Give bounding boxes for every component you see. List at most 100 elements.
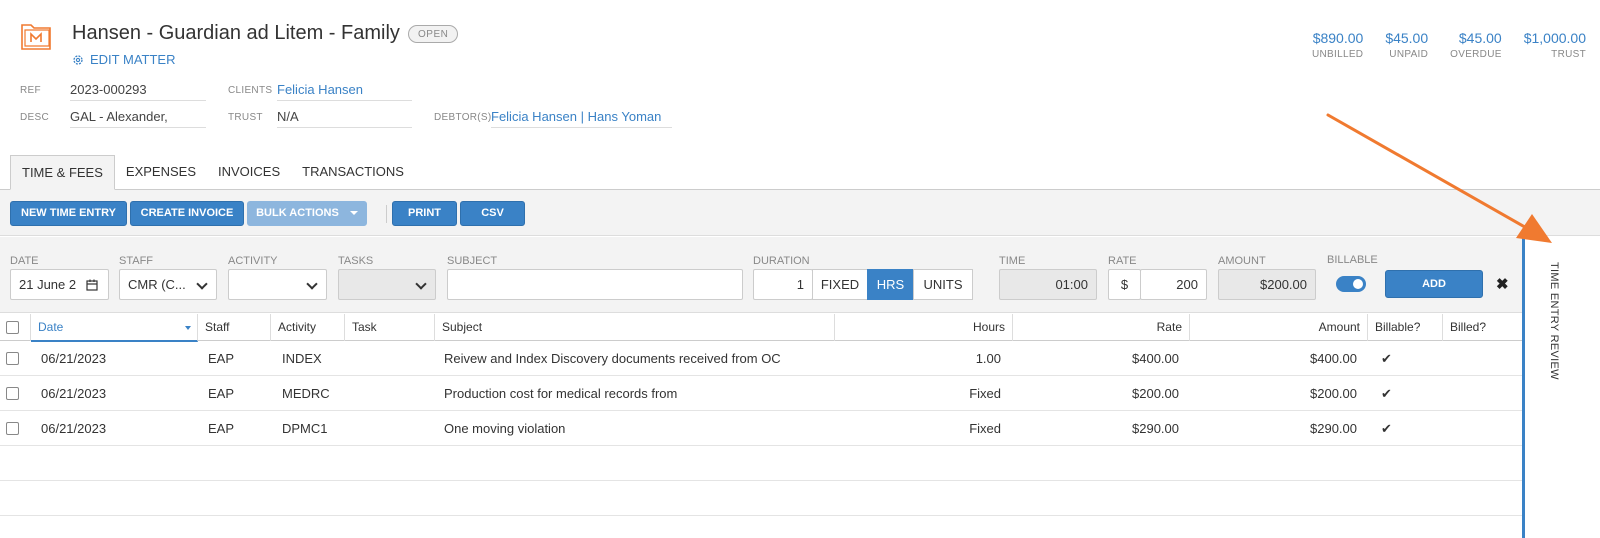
- row-amount: $400.00: [1310, 351, 1357, 366]
- row-date: 06/21/2023: [41, 421, 107, 436]
- total-amount: $1,000.00: [1523, 30, 1586, 46]
- ref-value: 2023-000293: [70, 82, 147, 97]
- row-billable-check-icon: ✔: [1381, 351, 1392, 366]
- date-header-label: Date: [38, 320, 64, 334]
- total-label: UNBILLED: [1312, 49, 1364, 60]
- rate-value: 200: [1176, 277, 1198, 292]
- time-input[interactable]: 01:00: [999, 269, 1097, 300]
- chevron-down-icon: [415, 278, 427, 290]
- trust-field: N/A: [277, 109, 412, 128]
- time-value: 01:00: [1055, 277, 1088, 292]
- billable-toggle[interactable]: [1336, 276, 1366, 292]
- row-activity: DPMC1: [282, 421, 328, 436]
- chevron-down-icon: [196, 278, 208, 290]
- subject-label: SUBJECT: [447, 255, 498, 267]
- row-hours: Fixed: [969, 421, 1001, 436]
- print-button[interactable]: PRINT: [392, 201, 457, 226]
- csv-button[interactable]: CSV: [460, 201, 525, 226]
- row-hours: 1.00: [975, 351, 1001, 366]
- table-row[interactable]: 06/21/2023 EAP DPMC1 One moving violatio…: [0, 411, 1523, 446]
- total-label: TRUST: [1551, 49, 1586, 60]
- rate-column-header[interactable]: Rate: [1013, 314, 1190, 341]
- billed-column-header[interactable]: Billed?: [1443, 314, 1523, 341]
- row-rate: $400.00: [1132, 351, 1179, 366]
- subject-input[interactable]: [447, 269, 743, 300]
- task-column-header[interactable]: Task: [345, 314, 435, 341]
- duration-input[interactable]: 1: [753, 269, 813, 300]
- date-column-header[interactable]: Date: [31, 314, 198, 342]
- billable-column-header[interactable]: Billable?: [1368, 314, 1443, 341]
- total-label: UNPAID: [1389, 49, 1429, 60]
- hours-column-header[interactable]: Hours: [835, 314, 1013, 341]
- billable-label: BILLABLE: [1327, 254, 1378, 266]
- add-button[interactable]: ADD: [1385, 270, 1483, 298]
- clients-field: Felicia Hansen: [277, 82, 412, 101]
- amount-column-header[interactable]: Amount: [1190, 314, 1368, 341]
- total-unbilled[interactable]: $890.00 UNBILLED: [1312, 30, 1363, 60]
- create-invoice-button[interactable]: CREATE INVOICE: [130, 201, 244, 226]
- client-link[interactable]: Felicia Hansen: [277, 82, 363, 97]
- row-checkbox[interactable]: [6, 422, 19, 435]
- tasks-select[interactable]: [338, 269, 436, 300]
- total-label: OVERDUE: [1450, 49, 1502, 60]
- total-amount: $45.00: [1385, 30, 1429, 46]
- bulk-actions-label: BULK ACTIONS: [256, 207, 339, 219]
- tab-transactions[interactable]: TRANSACTIONS: [291, 155, 415, 190]
- subject-column-header[interactable]: Subject: [435, 314, 835, 341]
- time-label: TIME: [999, 255, 1026, 267]
- matter-folder-icon: [21, 24, 51, 50]
- desc-value: GAL - Alexander,: [70, 109, 168, 124]
- duration-units-toggle[interactable]: UNITS: [913, 269, 973, 300]
- tab-time-fees[interactable]: TIME & FEES: [10, 155, 115, 190]
- staff-column-header[interactable]: Staff: [198, 314, 271, 341]
- total-amount: $45.00: [1458, 30, 1502, 46]
- total-overdue[interactable]: $45.00 OVERDUE: [1450, 30, 1502, 60]
- tab-expenses[interactable]: EXPENSES: [115, 155, 207, 190]
- debtor-link-2[interactable]: Hans Yoman: [588, 109, 662, 124]
- duration-hrs-toggle[interactable]: HRS: [867, 269, 914, 300]
- debtors-field: Felicia Hansen | Hans Yoman: [491, 109, 672, 128]
- close-icon[interactable]: ✖: [1496, 275, 1509, 293]
- row-amount: $290.00: [1310, 421, 1357, 436]
- total-unpaid[interactable]: $45.00 UNPAID: [1385, 30, 1428, 60]
- row-billable-check-icon: ✔: [1381, 386, 1392, 401]
- total-trust[interactable]: $1,000.00 TRUST: [1524, 30, 1586, 60]
- debtors-label: DEBTOR(S): [434, 112, 492, 123]
- date-label: DATE: [10, 255, 39, 267]
- row-checkbox[interactable]: [6, 387, 19, 400]
- staff-value: CMR (C...: [128, 277, 186, 292]
- bulk-actions-button[interactable]: BULK ACTIONS: [247, 201, 367, 226]
- side-panel-border: [1522, 236, 1525, 538]
- desc-label: DESC: [20, 112, 49, 123]
- ref-field: 2023-000293: [70, 82, 206, 101]
- status-badge: OPEN: [408, 25, 459, 43]
- matter-title: Hansen - Guardian ad Litem - Family: [72, 22, 400, 44]
- row-checkbox[interactable]: [6, 352, 19, 365]
- total-amount: $890.00: [1312, 30, 1364, 46]
- row-activity: INDEX: [282, 351, 322, 366]
- staff-label: STAFF: [119, 255, 154, 267]
- amount-input: $200.00: [1218, 269, 1316, 300]
- chevron-down-icon: [306, 278, 318, 290]
- trust-label: TRUST: [228, 112, 263, 123]
- new-time-entry-button[interactable]: NEW TIME ENTRY: [10, 201, 127, 226]
- ref-label: REF: [20, 85, 41, 96]
- rate-label: RATE: [1108, 255, 1137, 267]
- row-amount: $200.00: [1310, 386, 1357, 401]
- date-input[interactable]: 21 June 2: [10, 269, 109, 300]
- tab-invoices[interactable]: INVOICES: [207, 155, 291, 190]
- activity-select[interactable]: [228, 269, 327, 300]
- row-date: 06/21/2023: [41, 351, 107, 366]
- matter-totals: $890.00 UNBILLED $45.00 UNPAID $45.00 OV…: [1290, 30, 1586, 60]
- rate-input[interactable]: 200: [1140, 269, 1207, 300]
- debtor-link-1[interactable]: Felicia Hansen: [491, 109, 577, 124]
- duration-fixed-toggle[interactable]: FIXED: [812, 269, 868, 300]
- row-date: 06/21/2023: [41, 386, 107, 401]
- row-billable-check-icon: ✔: [1381, 421, 1392, 436]
- table-row[interactable]: 06/21/2023 EAP INDEX Reivew and Index Di…: [0, 341, 1523, 376]
- staff-select[interactable]: CMR (C...: [119, 269, 217, 300]
- edit-matter-link[interactable]: EDIT MATTER: [72, 52, 175, 67]
- time-entry-review-tab[interactable]: TIME ENTRY REVIEW: [1530, 262, 1560, 380]
- table-row[interactable]: 06/21/2023 EAP MEDRC Production cost for…: [0, 376, 1523, 411]
- activity-column-header[interactable]: Activity: [271, 314, 345, 341]
